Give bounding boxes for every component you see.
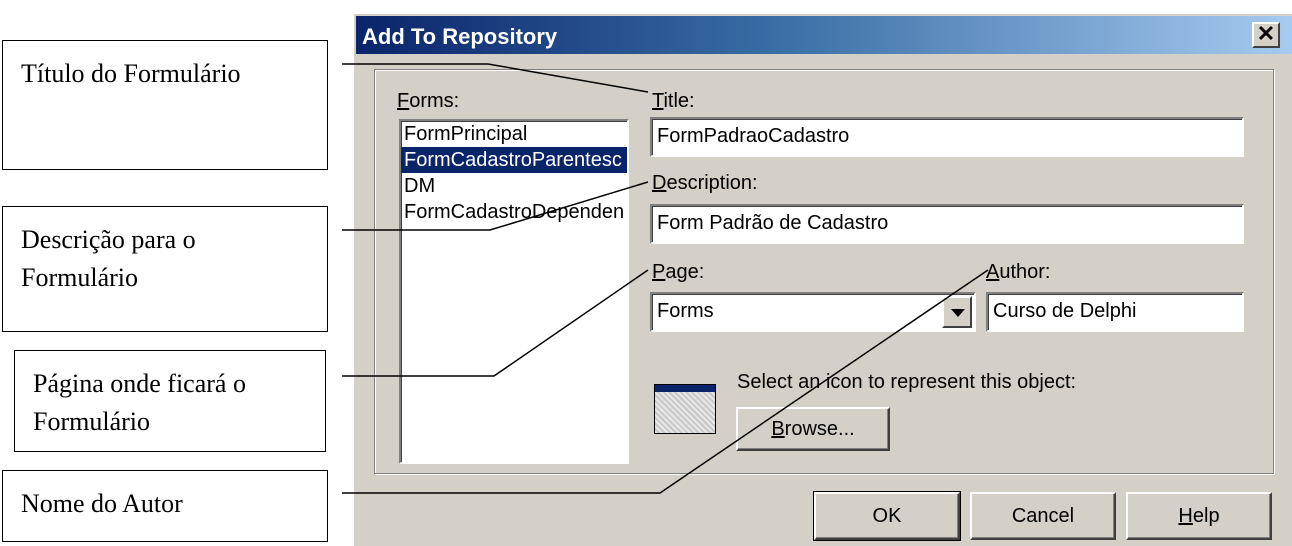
callout-description-text: Descrição para o Formulário <box>21 225 196 292</box>
title-field[interactable]: FormPadraoCadastro <box>650 117 1244 157</box>
forms-listbox[interactable]: FormPrincipal FormCadastroParentesc DM F… <box>399 119 629 464</box>
cancel-button[interactable]: Cancel <box>970 492 1116 540</box>
description-label: Description: <box>652 172 758 194</box>
callout-author-text: Nome do Autor <box>21 489 183 518</box>
list-item-formcadastroparentesco[interactable]: FormCadastroParentesc <box>401 147 627 173</box>
help-button[interactable]: Help <box>1126 492 1272 540</box>
author-field[interactable]: Curso de Delphi <box>986 292 1244 332</box>
page-label: Page: <box>652 261 705 283</box>
description-field[interactable]: Form Padrão de Cadastro <box>650 204 1244 244</box>
browse-button[interactable]: Browse... <box>736 407 890 451</box>
dialog-title: Add To Repository <box>362 24 558 49</box>
ok-button[interactable]: OK <box>813 491 961 541</box>
chevron-down-icon[interactable] <box>942 296 972 328</box>
forms-label: Forms: <box>397 90 460 112</box>
icon-prompt: Select an icon to represent this object: <box>737 371 1077 393</box>
form-icon-preview <box>654 384 716 434</box>
callout-page: Página onde ficará o Formulário <box>14 350 326 452</box>
title-label: Title: <box>652 90 695 112</box>
callout-title-text: Título do Formulário <box>21 59 241 88</box>
add-to-repository-dialog: Add To Repository ✕ Forms: FormPrincipal… <box>352 12 1292 546</box>
callout-page-text: Página onde ficará o Formulário <box>33 369 246 436</box>
close-button[interactable]: ✕ <box>1252 22 1280 48</box>
page-combobox[interactable]: Forms <box>650 292 976 332</box>
callout-description: Descrição para o Formulário <box>2 206 328 332</box>
close-icon: ✕ <box>1256 21 1276 46</box>
list-item-dm[interactable]: DM <box>401 173 627 199</box>
title-bar[interactable]: Add To Repository ✕ <box>356 16 1292 54</box>
page-value: Forms <box>657 300 714 322</box>
author-label: Author: <box>986 261 1051 283</box>
callout-author: Nome do Autor <box>2 470 328 542</box>
list-item-formcadastrodependentes[interactable]: FormCadastroDependen <box>401 199 627 225</box>
callout-title: Título do Formulário <box>2 40 328 170</box>
list-item-formprincipal[interactable]: FormPrincipal <box>401 121 627 147</box>
